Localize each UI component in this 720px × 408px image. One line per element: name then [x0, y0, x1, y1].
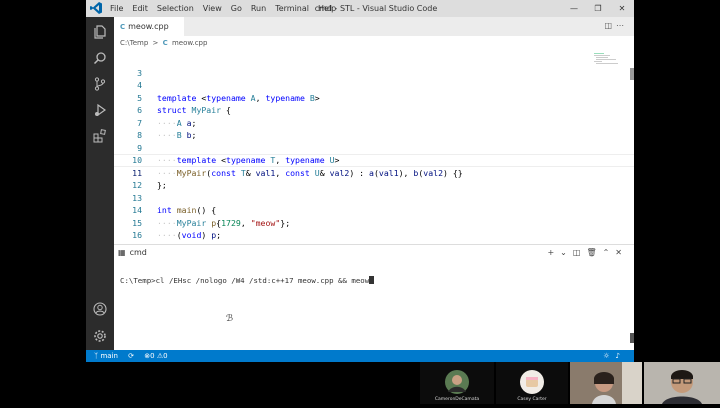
title-bar: File Edit Selection View Go Run Terminal…: [86, 0, 634, 17]
source-control-icon[interactable]: [93, 77, 107, 91]
menu-terminal[interactable]: Terminal: [275, 4, 309, 13]
code-line: 13 int main() {: [114, 179, 624, 216]
cpp-file-icon: C: [120, 23, 126, 31]
branch-icon: ᛉ: [94, 352, 99, 360]
accounts-icon[interactable]: [93, 302, 107, 316]
code-line: 11 };: [114, 154, 624, 191]
dropdown-chevron-icon[interactable]: ⌄: [560, 248, 573, 257]
status-warnings[interactable]: 0: [163, 352, 167, 360]
code-line: 6 ····A a;: [114, 92, 624, 128]
terminal-tab-label: cmd: [129, 248, 147, 257]
breadcrumb-file[interactable]: meow.cpp: [172, 39, 207, 47]
tab-label: meow.cpp: [128, 22, 169, 31]
menu-view[interactable]: View: [203, 4, 222, 13]
code-line: 15 ····(void) p;: [114, 204, 624, 241]
code-line: 9 ····template <typename T, typename U>: [114, 129, 624, 166]
status-branch[interactable]: main: [100, 352, 118, 360]
sync-icon[interactable]: ⟳: [128, 352, 134, 360]
panel-actions: +⌄◫🗑⌃✕: [547, 248, 628, 257]
run-debug-icon[interactable]: [93, 103, 107, 117]
code-line: 3: [114, 54, 624, 78]
code-line: 17 }: [114, 229, 624, 266]
menu-selection[interactable]: Selection: [157, 4, 194, 13]
participant-video: [570, 362, 642, 404]
maximize-panel-icon[interactable]: ⌃: [603, 248, 616, 257]
status-right: ☼♪: [603, 350, 626, 362]
breadcrumb-folder[interactable]: C:\Temp: [120, 39, 148, 47]
terminal-cursor: [369, 276, 375, 284]
participant-avatar: [445, 370, 469, 394]
code-line: 5 struct MyPair {: [114, 79, 624, 116]
terminal-command: C:\Temp>cl /EHsc /nologo /W4 /std:c++17 …: [120, 276, 370, 285]
window-controls: — ❐ ✕: [562, 0, 634, 17]
code-line: 16 ····static_assert(is_same_v<decltype(…: [114, 217, 624, 253]
status-left: ᛉ main ⟳ ⊗0 ⚠0: [94, 350, 168, 362]
menu-file[interactable]: File: [110, 4, 123, 13]
restore-icon[interactable]: ❐: [586, 0, 610, 17]
menu-go[interactable]: Go: [231, 4, 242, 13]
participant-name: CameronDeCamata: [434, 397, 480, 402]
more-actions-icon[interactable]: ⋯: [616, 21, 628, 30]
code-editor[interactable]: 3 4 template <typename A, typename B> 5 …: [114, 50, 634, 266]
kill-terminal-icon[interactable]: 🗑: [586, 248, 602, 257]
code-line: 7 ····B b;: [114, 104, 624, 141]
status-bar: ᛉ main ⟳ ⊗0 ⚠0 ☼♪: [86, 350, 634, 362]
menu-edit[interactable]: Edit: [132, 4, 148, 13]
vscode-logo-icon: [90, 2, 102, 14]
participant-video: [644, 362, 720, 404]
terminal-icon: ▦: [118, 248, 126, 257]
code-line: 14 ····MyPair p{1729, "meow"};: [114, 192, 624, 228]
split-terminal-icon[interactable]: ◫: [573, 248, 587, 257]
menu-run[interactable]: Run: [251, 4, 266, 13]
extensions-icon[interactable]: [93, 129, 107, 143]
activity-bar: [86, 17, 114, 350]
terminal-panel: ▦ cmd +⌄◫🗑⌃✕ C:\Temp>cl /EHsc /nologo /W4…: [114, 244, 634, 351]
participant-tile: CameronDeCamata: [420, 362, 494, 404]
tab-meow-cpp[interactable]: Cmeow.cpp: [114, 17, 184, 36]
cpp-file-icon: C: [162, 39, 168, 47]
close-icon[interactable]: ✕: [610, 0, 634, 17]
split-editor-icon[interactable]: ◫: [604, 21, 616, 30]
new-terminal-icon[interactable]: +: [547, 248, 560, 257]
terminal-scrollbar[interactable]: [630, 333, 634, 343]
editor-tab-bar: Cmeow.cpp ◫⋯: [114, 17, 634, 36]
code-line: 4 template <typename A, typename B>: [114, 67, 624, 103]
menu-bar: File Edit Selection View Go Run Terminal…: [110, 0, 345, 17]
editor-actions: ◫⋯: [604, 21, 628, 30]
settings-gear-icon[interactable]: [93, 329, 107, 343]
code-line: 10 ····MyPair(const T& val1, const U& va…: [114, 142, 624, 178]
mouse-ibeam-cursor: ℬ: [226, 314, 234, 324]
tab-terminal-cmd[interactable]: ▦ cmd: [118, 248, 147, 257]
code-line: 12: [114, 167, 624, 190]
close-panel-icon[interactable]: ✕: [615, 248, 628, 257]
participant-avatar: [520, 370, 544, 394]
vscode-window: File Edit Selection View Go Run Terminal…: [86, 0, 634, 362]
search-icon[interactable]: [93, 51, 107, 65]
status-errors[interactable]: 0: [150, 352, 154, 360]
participant-video-frame: [644, 362, 720, 404]
feedback-icon[interactable]: ☼: [603, 352, 615, 360]
participant-video-frame: [570, 362, 642, 404]
participant-tile: Casey Carter: [496, 362, 568, 404]
notifications-bell-icon[interactable]: ♪: [616, 352, 626, 360]
minimap[interactable]: [594, 52, 620, 66]
breadcrumb: C:\Temp > C meow.cpp: [114, 36, 634, 50]
terminal-output[interactable]: C:\Temp>cl /EHsc /nologo /W4 /std:c++17 …: [120, 276, 375, 285]
editor-scrollbar[interactable]: [630, 68, 634, 80]
breadcrumb-separator: >: [152, 39, 159, 47]
code-line: 8: [114, 117, 624, 140]
minimize-icon[interactable]: —: [562, 0, 586, 17]
window-title: cmd - STL - Visual Studio Code: [314, 4, 438, 13]
participant-name: Casey Carter: [517, 397, 547, 402]
explorer-icon[interactable]: [93, 25, 107, 39]
